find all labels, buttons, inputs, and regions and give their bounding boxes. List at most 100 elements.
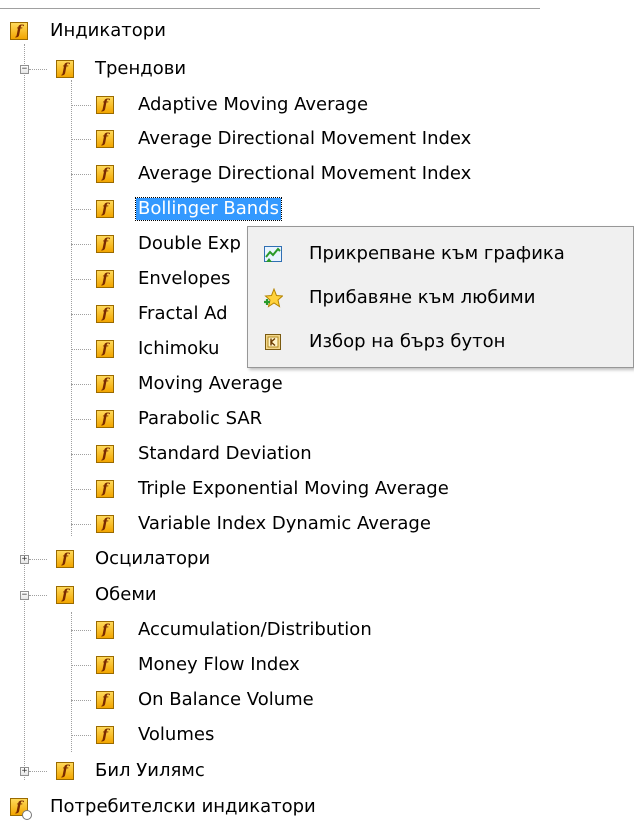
tree-connector [71, 735, 91, 736]
fx-icon: f [56, 550, 74, 568]
tree-connector [71, 105, 91, 106]
tree-item[interactable]: f Average Directional Movement Index [0, 122, 600, 156]
tree-item-label: Double Exp [138, 233, 241, 254]
top-divider [0, 8, 540, 9]
tree-connector [71, 209, 91, 210]
fx-icon: f [96, 340, 114, 358]
tree-item-label: Bollinger Bands [135, 197, 282, 221]
tree-item[interactable]: f Average Directional Movement Index [0, 157, 600, 191]
fx-icon: f [96, 726, 114, 744]
tree-item[interactable]: f Volumes [0, 718, 600, 752]
tree-item-label: Variable Index Dynamic Average [138, 513, 431, 534]
tree-item-label: Accumulation/Distribution [138, 619, 372, 640]
menu-item-attach-to-chart[interactable]: Прикрепване към графика [248, 237, 633, 271]
fx-icon: f [96, 200, 114, 218]
fx-icon: f [96, 270, 114, 288]
tree-item-label: Ichimoku [138, 338, 220, 359]
menu-item-label: Прибавяне към любими [309, 287, 536, 308]
tree-item-label: Triple Exponential Moving Average [138, 478, 449, 499]
menu-item-label: Избор на бърз бутон [309, 331, 506, 352]
fx-icon: f [96, 305, 114, 323]
tree-connector [71, 665, 91, 666]
tree-item-label: Fractal Ad [138, 303, 228, 324]
tree-connector [71, 384, 91, 385]
tree-item-label: Moving Average [138, 373, 283, 394]
tree-connector [71, 524, 91, 525]
fx-icon: f [10, 22, 28, 40]
fx-icon: f [96, 621, 114, 639]
tree-item-label: Adaptive Moving Average [138, 94, 369, 115]
tree-group-label: Обеми [95, 584, 157, 605]
tree-item-label: On Balance Volume [138, 689, 314, 710]
expand-icon[interactable]: + [20, 767, 29, 776]
tree-connector [71, 349, 91, 350]
tree-root-indicators[interactable]: f Индикатори [0, 14, 600, 48]
menu-item-add-to-favorites[interactable]: Прибавяне към любими [248, 281, 633, 315]
fx-icon: f [96, 130, 114, 148]
collapse-icon[interactable]: − [20, 65, 29, 74]
tree-item[interactable]: f Triple Exponential Moving Average [0, 472, 600, 506]
expand-icon[interactable]: + [20, 555, 29, 564]
tree-connector [71, 419, 91, 420]
tree-root-label: Индикатори [50, 20, 166, 41]
fx-icon: f [96, 480, 114, 498]
tree-root-label: Потребителски индикатори [50, 796, 316, 817]
tree-connector [71, 454, 91, 455]
fx-icon: f [96, 165, 114, 183]
tree-item-label: Standard Deviation [138, 443, 312, 464]
tree-root-custom-indicators[interactable]: f Потребителски индикатори [0, 790, 600, 824]
tree-item-label: Money Flow Index [138, 654, 300, 675]
menu-item-label: Прикрепване към графика [309, 243, 565, 264]
fx-icon: f [96, 656, 114, 674]
tree-item[interactable]: f Adaptive Moving Average [0, 88, 600, 122]
tree-item-selected[interactable]: f Bollinger Bands [0, 192, 600, 226]
favorite-star-icon [264, 288, 283, 308]
fx-icon: f [56, 60, 74, 78]
tree-connector [71, 630, 91, 631]
tree-item[interactable]: f Money Flow Index [0, 648, 600, 682]
tree-connector [71, 279, 91, 280]
hotkey-icon [265, 334, 281, 350]
tree-connector [71, 489, 91, 490]
fx-icon: f [96, 445, 114, 463]
attach-chart-icon [264, 246, 282, 262]
tree-item[interactable]: f Variable Index Dynamic Average [0, 507, 600, 541]
tree-group-label: Осцилатори [95, 548, 211, 569]
tree-group-trend[interactable]: − f Трендови [0, 52, 600, 86]
menu-item-choose-hotkey[interactable]: Избор на бърз бутон [248, 325, 633, 359]
fx-icon: f [96, 235, 114, 253]
tree-item[interactable]: f Accumulation/Distribution [0, 613, 600, 647]
tree-group-bill-williams[interactable]: + f Бил Уилямс [0, 754, 600, 788]
tree-item[interactable]: f Moving Average [0, 367, 600, 401]
tree-item-label: Average Directional Movement Index [138, 163, 472, 184]
fx-icon: f [96, 96, 114, 114]
tree-item[interactable]: f On Balance Volume [0, 683, 600, 717]
tree-connector [29, 559, 47, 560]
tree-connector [29, 595, 47, 596]
fx-icon: f [56, 762, 74, 780]
tree-connector [71, 244, 91, 245]
custom-badge-icon [22, 810, 32, 820]
tree-connector [29, 771, 47, 772]
fx-icon: f [96, 691, 114, 709]
tree-group-label: Трендови [95, 58, 187, 79]
tree-item-label: Parabolic SAR [138, 408, 263, 429]
fx-icon: f [56, 586, 74, 604]
tree-connector [71, 174, 91, 175]
tree-connector [29, 69, 47, 70]
context-menu: Прикрепване към графика Прибавяне към лю… [247, 226, 634, 368]
fx-icon: f [96, 375, 114, 393]
tree-group-label: Бил Уилямс [95, 760, 205, 781]
tree-item[interactable]: f Standard Deviation [0, 437, 600, 471]
tree-item-label: Envelopes [138, 268, 231, 289]
tree-group-oscillators[interactable]: + f Осцилатори [0, 542, 600, 576]
tree-item-label: Volumes [138, 724, 215, 745]
tree-group-volumes[interactable]: − f Обеми [0, 578, 600, 612]
tree-item[interactable]: f Parabolic SAR [0, 402, 600, 436]
tree-connector [71, 700, 91, 701]
tree-connector [71, 314, 91, 315]
fx-icon: f [96, 410, 114, 428]
tree-connector [71, 139, 91, 140]
collapse-icon[interactable]: − [20, 591, 29, 600]
fx-icon: f [96, 515, 114, 533]
